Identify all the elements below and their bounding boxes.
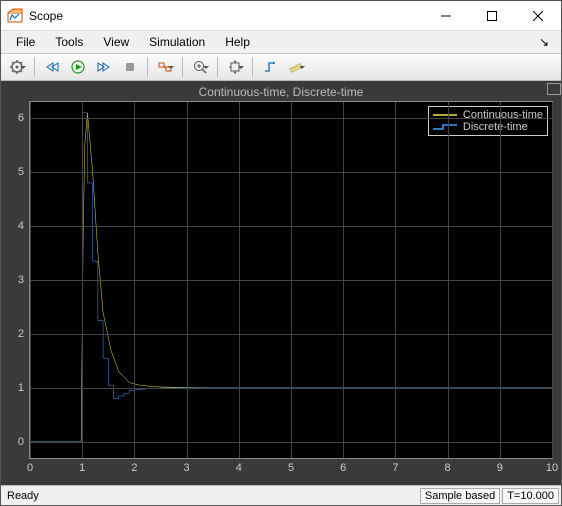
menu-tools[interactable]: Tools bbox=[46, 33, 92, 51]
toolbar-separator bbox=[34, 57, 35, 77]
toolbar-separator bbox=[252, 57, 253, 77]
menu-file[interactable]: File bbox=[7, 33, 44, 51]
menu-simulation[interactable]: Simulation bbox=[140, 33, 214, 51]
status-mode: Sample based bbox=[420, 488, 500, 504]
run-icon[interactable] bbox=[66, 56, 90, 78]
y-tick: 5 bbox=[18, 166, 30, 178]
x-tick: 0 bbox=[27, 458, 33, 474]
x-tick: 7 bbox=[392, 458, 398, 474]
grid-h bbox=[30, 226, 552, 227]
stop-icon[interactable] bbox=[118, 56, 142, 78]
x-tick: 2 bbox=[131, 458, 137, 474]
legend[interactable]: Continuous-time Discrete-time bbox=[428, 106, 548, 136]
toolbar-separator bbox=[147, 57, 148, 77]
toolbar-separator bbox=[217, 57, 218, 77]
menu-view[interactable]: View bbox=[94, 33, 138, 51]
x-tick: 8 bbox=[445, 458, 451, 474]
x-tick: 1 bbox=[79, 458, 85, 474]
titlebar: Scope bbox=[1, 1, 561, 31]
app-icon bbox=[7, 8, 23, 24]
y-tick: 0 bbox=[18, 436, 30, 448]
scope-window: Scope File Tools View Simulation Help ↘ bbox=[0, 0, 562, 506]
grid-h bbox=[30, 118, 552, 119]
window-controls bbox=[423, 1, 561, 31]
legend-label-discrete: Discrete-time bbox=[463, 121, 528, 133]
highlight-signal-icon[interactable] bbox=[153, 56, 177, 78]
menubar: File Tools View Simulation Help ↘ bbox=[1, 31, 561, 53]
axes[interactable]: Continuous-time Discrete-time 0123456789… bbox=[29, 101, 553, 459]
legend-label-continuous: Continuous-time bbox=[463, 109, 543, 121]
axes-wrap: Continuous-time Discrete-time 0123456789… bbox=[9, 101, 553, 459]
toolbar bbox=[1, 53, 561, 81]
y-tick: 3 bbox=[18, 274, 30, 286]
measurements-icon[interactable] bbox=[284, 56, 308, 78]
config-gear-icon[interactable] bbox=[5, 56, 29, 78]
grid-v bbox=[552, 102, 553, 458]
undock-icon[interactable]: ↘ bbox=[533, 35, 555, 49]
zoom-in-icon[interactable] bbox=[188, 56, 212, 78]
grid-h bbox=[30, 334, 552, 335]
x-tick: 6 bbox=[340, 458, 346, 474]
step-back-icon[interactable] bbox=[40, 56, 64, 78]
x-tick: 3 bbox=[184, 458, 190, 474]
x-tick: 9 bbox=[497, 458, 503, 474]
grid-h bbox=[30, 280, 552, 281]
x-tick: 10 bbox=[546, 458, 558, 474]
close-button[interactable] bbox=[515, 1, 561, 31]
y-tick: 4 bbox=[18, 220, 30, 232]
x-axis-margin bbox=[9, 459, 553, 485]
triggers-icon[interactable] bbox=[258, 56, 282, 78]
legend-row-discrete: Discrete-time bbox=[433, 121, 543, 133]
step-forward-icon[interactable] bbox=[92, 56, 116, 78]
plot-area: Continuous-time, Discrete-time Continuou… bbox=[1, 81, 561, 485]
plot-title: Continuous-time, Discrete-time bbox=[9, 85, 553, 101]
menu-help[interactable]: Help bbox=[216, 33, 259, 51]
y-tick: 2 bbox=[18, 328, 30, 340]
y-tick: 6 bbox=[18, 112, 30, 124]
x-tick: 5 bbox=[288, 458, 294, 474]
grid-h bbox=[30, 442, 552, 443]
toolbar-separator bbox=[182, 57, 183, 77]
legend-row-continuous: Continuous-time bbox=[433, 109, 543, 121]
axes-scaling-icon[interactable] bbox=[223, 56, 247, 78]
grid-h bbox=[30, 388, 552, 389]
minimize-button[interactable] bbox=[423, 1, 469, 31]
window-title: Scope bbox=[29, 9, 423, 23]
y-tick: 1 bbox=[18, 382, 30, 394]
plot-maximize-icon[interactable] bbox=[547, 83, 561, 95]
status-time: T=10.000 bbox=[502, 488, 559, 504]
statusbar: Ready Sample based T=10.000 bbox=[1, 485, 561, 505]
grid-h bbox=[30, 172, 552, 173]
maximize-button[interactable] bbox=[469, 1, 515, 31]
status-ready: Ready bbox=[1, 490, 420, 502]
x-tick: 4 bbox=[236, 458, 242, 474]
